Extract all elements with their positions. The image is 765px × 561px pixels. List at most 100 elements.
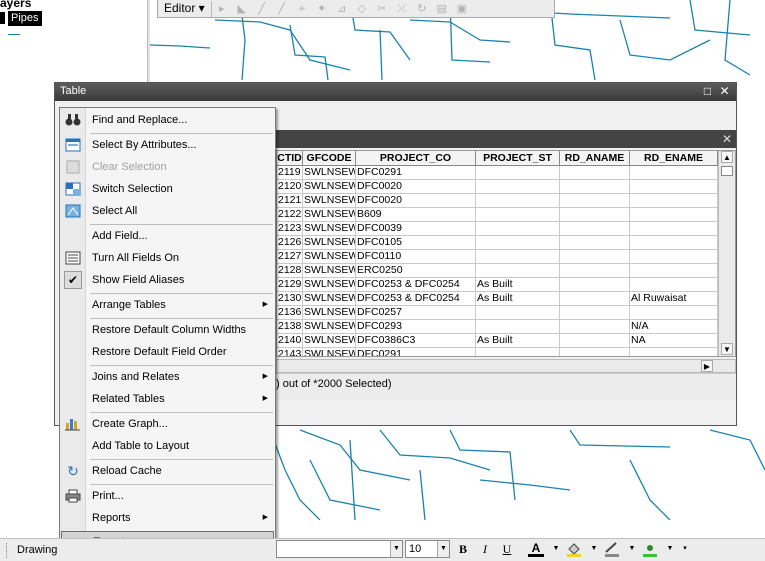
- cut-polygons-icon[interactable]: ✂: [374, 3, 390, 15]
- table-cell[interactable]: [476, 306, 560, 320]
- table-cell[interactable]: DFC0253 & DFC0254: [356, 292, 476, 306]
- table-cell[interactable]: SWLNSEW: [303, 180, 356, 194]
- table-cell[interactable]: [560, 236, 630, 250]
- table-cell[interactable]: DFC0291: [356, 166, 476, 180]
- table-row[interactable]: 2128 SWLNSEW ERC0250: [277, 264, 718, 278]
- table-cell[interactable]: SWLNSEW: [303, 334, 356, 348]
- table-cell[interactable]: DFC0293: [356, 320, 476, 334]
- sketch-properties-icon[interactable]: ▣: [454, 3, 470, 15]
- table-cell[interactable]: [476, 208, 560, 222]
- column-header[interactable]: RD_ANAME: [560, 151, 630, 166]
- table-cell[interactable]: SWLNSEW: [303, 166, 356, 180]
- table-cell[interactable]: SWLNSEW: [303, 208, 356, 222]
- reshape-icon[interactable]: ◇: [354, 3, 370, 15]
- table-cell[interactable]: B609: [356, 208, 476, 222]
- table-cell[interactable]: SWLNSEW: [303, 250, 356, 264]
- endpoint-arc-icon[interactable]: ╱: [274, 3, 290, 15]
- table-cell[interactable]: SWLNSEW: [303, 236, 356, 250]
- maximize-icon[interactable]: □: [701, 85, 714, 98]
- font-name-dropdown[interactable]: ▼: [276, 540, 403, 558]
- table-cell[interactable]: [560, 194, 630, 208]
- menu-item-select-all[interactable]: Select All: [61, 201, 274, 221]
- table-cell[interactable]: SWLNSEW: [303, 320, 356, 334]
- fill-color-icon[interactable]: [566, 541, 582, 561]
- table-cell[interactable]: [560, 334, 630, 348]
- scroll-right-icon[interactable]: ▶: [701, 360, 713, 372]
- split-tool-icon[interactable]: ⤫: [394, 3, 410, 15]
- table-cell[interactable]: [560, 348, 630, 356]
- table-cell[interactable]: 2121: [277, 194, 303, 208]
- table-cell[interactable]: 2123: [277, 222, 303, 236]
- table-row[interactable]: 2122 SWLNSEW B609: [277, 208, 718, 222]
- font-size-dropdown[interactable]: 10 ▼: [405, 540, 450, 558]
- marker-color-icon[interactable]: [642, 541, 658, 561]
- table-cell[interactable]: [476, 250, 560, 264]
- menu-item-turn-all-fields-on[interactable]: Turn All Fields On: [61, 248, 274, 268]
- table-cell[interactable]: [560, 292, 630, 306]
- scroll-up-icon[interactable]: ▲: [721, 151, 733, 163]
- table-cell[interactable]: DFC0020: [356, 194, 476, 208]
- table-row[interactable]: 2126 SWLNSEW DFC0105: [277, 236, 718, 250]
- column-header[interactable]: PROJECT_CO: [356, 151, 476, 166]
- dropdown-arrow-icon[interactable]: ▼: [624, 541, 640, 557]
- table-cell[interactable]: [476, 236, 560, 250]
- italic-button[interactable]: I: [477, 541, 493, 557]
- table-cell[interactable]: 2126: [277, 236, 303, 250]
- toc-layer-pipes[interactable]: Pipes: [8, 11, 42, 26]
- table-cell[interactable]: [560, 278, 630, 292]
- table-cell[interactable]: [630, 278, 718, 292]
- table-cell[interactable]: [630, 166, 718, 180]
- table-row[interactable]: 2120 SWLNSEW DFC0020: [277, 180, 718, 194]
- table-cell[interactable]: DFC0110: [356, 250, 476, 264]
- column-header[interactable]: PROJECT_ST: [476, 151, 560, 166]
- table-cell[interactable]: 2122: [277, 208, 303, 222]
- table-row[interactable]: 2129 SWLNSEW DFC0253 & DFC0254 As Built: [277, 278, 718, 292]
- menu-item-related-tables[interactable]: Related Tables ▶: [61, 389, 274, 409]
- line-color-icon[interactable]: [604, 541, 620, 561]
- table-row[interactable]: 2121 SWLNSEW DFC0020: [277, 194, 718, 208]
- dropdown-arrow-icon[interactable]: ▼: [437, 541, 449, 557]
- close-icon[interactable]: ✕: [718, 85, 731, 98]
- table-cell[interactable]: NA: [630, 334, 718, 348]
- table-cell[interactable]: [476, 348, 560, 356]
- table-cell[interactable]: As Built: [476, 292, 560, 306]
- table-cell[interactable]: 2130: [277, 292, 303, 306]
- table-cell[interactable]: [630, 348, 718, 356]
- table-cell[interactable]: DFC0253 & DFC0254: [356, 278, 476, 292]
- table-cell[interactable]: SWLNSEW: [303, 264, 356, 278]
- table-cell[interactable]: 2127: [277, 250, 303, 264]
- dropdown-arrow-icon[interactable]: ▼: [548, 541, 564, 557]
- straight-segment-icon[interactable]: ╱: [254, 3, 270, 15]
- table-cell[interactable]: [476, 180, 560, 194]
- attributes-icon[interactable]: ▤: [434, 3, 450, 15]
- edit-tool-icon[interactable]: ▸: [214, 3, 230, 15]
- editor-menu-button[interactable]: Editor ▾: [158, 0, 212, 17]
- table-row[interactable]: 2138 SWLNSEW DFC0293 N/A: [277, 320, 718, 334]
- menu-item-show-field-aliases[interactable]: ✔ Show Field Aliases: [61, 270, 274, 290]
- table-cell[interactable]: [560, 166, 630, 180]
- table-cell[interactable]: [630, 250, 718, 264]
- menu-item-print[interactable]: Print...: [61, 486, 274, 506]
- table-cell[interactable]: N/A: [630, 320, 718, 334]
- table-cell[interactable]: [560, 320, 630, 334]
- trace-icon[interactable]: ⌖: [294, 3, 310, 15]
- table-cell[interactable]: [630, 180, 718, 194]
- drawing-menu-button[interactable]: Drawing: [17, 544, 57, 556]
- table-cell[interactable]: 2128: [277, 264, 303, 278]
- table-row[interactable]: 2130 SWLNSEW DFC0253 & DFC0254 As Built Al R…: [277, 292, 718, 306]
- table-cell[interactable]: DFC0039: [356, 222, 476, 236]
- table-cell[interactable]: [560, 208, 630, 222]
- edit-annotation-icon[interactable]: ◣: [234, 3, 250, 15]
- table-row[interactable]: 2143 SWLNSEW DFC0291: [277, 348, 718, 356]
- scroll-thumb[interactable]: [721, 166, 733, 176]
- table-titlebar[interactable]: Table □ ✕: [55, 83, 736, 101]
- menu-item-clear-selection[interactable]: Clear Selection: [61, 157, 274, 177]
- menu-item-arrange-tables[interactable]: Arrange Tables ▶: [61, 295, 274, 315]
- edit-vertices-icon[interactable]: ⊿: [334, 3, 350, 15]
- table-cell[interactable]: [476, 320, 560, 334]
- layer-checkbox[interactable]: [0, 12, 5, 24]
- table-cell[interactable]: [630, 236, 718, 250]
- table-cell[interactable]: As Built: [476, 278, 560, 292]
- menu-item-reload-cache[interactable]: ↻ Reload Cache: [61, 461, 274, 481]
- toolbar-options-icon[interactable]: ▾: [677, 541, 693, 557]
